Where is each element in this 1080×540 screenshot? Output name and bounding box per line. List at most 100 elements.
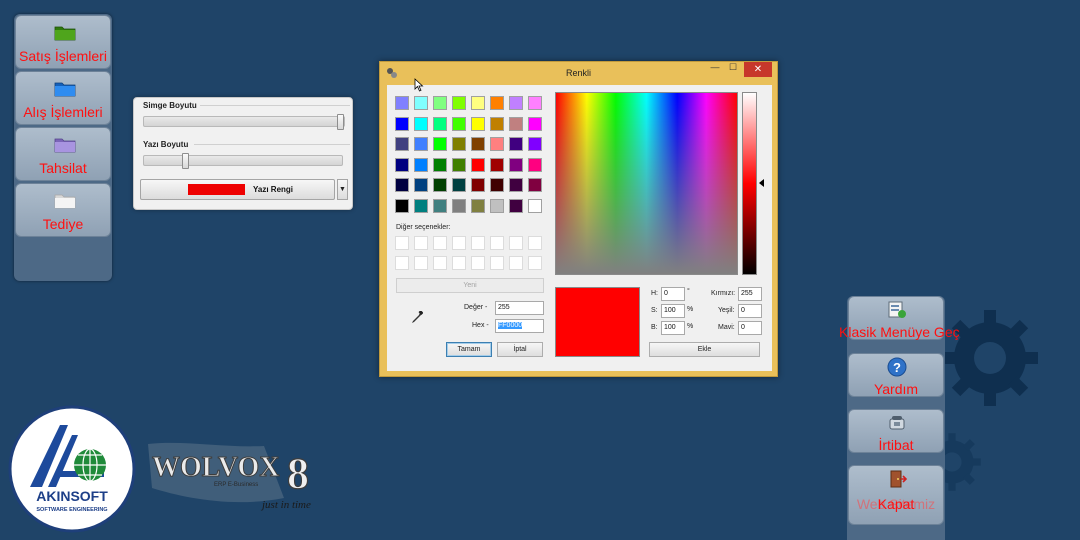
custom-color-swatch[interactable] — [509, 256, 523, 270]
basic-color-swatch[interactable] — [509, 116, 523, 131]
basic-color-swatch[interactable] — [433, 198, 447, 213]
custom-color-swatch[interactable] — [395, 256, 409, 270]
red-input[interactable]: 255 — [738, 287, 762, 301]
payment-button[interactable]: Tediye — [15, 183, 111, 237]
basic-color-swatch[interactable] — [433, 96, 447, 110]
basic-color-swatch[interactable] — [452, 137, 466, 151]
hex-input[interactable]: FF0000 — [495, 319, 544, 333]
custom-color-swatch[interactable] — [433, 256, 447, 270]
saturation-input[interactable]: 100 — [661, 304, 685, 318]
basic-color-swatch[interactable] — [395, 198, 409, 213]
basic-color-swatch[interactable] — [414, 96, 428, 110]
basic-color-swatch[interactable] — [471, 96, 485, 110]
close-app-button[interactable]: Web Sitemiz Kapat — [848, 465, 944, 525]
close-button[interactable]: ✕ — [744, 62, 772, 77]
eyedropper-icon[interactable] — [411, 311, 423, 325]
basic-color-swatch[interactable] — [433, 157, 447, 172]
sales-operations-button[interactable]: Satış İşlemleri — [15, 15, 111, 69]
custom-color-swatch[interactable] — [395, 236, 409, 250]
basic-color-swatch[interactable] — [490, 96, 504, 110]
wolvox-logo: WOLVOX 8 ERP E-Business just in time — [148, 442, 311, 511]
basic-color-swatch[interactable] — [471, 157, 485, 172]
custom-color-swatch[interactable] — [471, 256, 485, 270]
basic-color-swatch[interactable] — [490, 198, 504, 213]
font-size-slider-thumb[interactable] — [182, 153, 189, 169]
basic-color-swatch[interactable] — [395, 157, 409, 172]
brightness-input[interactable]: 100 — [661, 321, 685, 335]
brightness-bar[interactable] — [742, 92, 757, 275]
icon-size-slider[interactable] — [143, 114, 345, 130]
classic-menu-button[interactable]: Klasik Menüye Geç — [839, 296, 960, 340]
basic-color-swatch[interactable] — [414, 116, 428, 131]
basic-color-swatch[interactable] — [471, 116, 485, 131]
custom-color-swatch[interactable] — [414, 236, 428, 250]
brightness-arrow-icon[interactable] — [759, 179, 764, 187]
custom-color-swatch[interactable] — [414, 256, 428, 270]
ok-button[interactable]: Tamam — [446, 342, 492, 357]
custom-color-swatch[interactable] — [490, 256, 504, 270]
basic-color-swatch[interactable] — [395, 96, 409, 110]
maximize-button[interactable]: ☐ — [724, 62, 742, 78]
dialog-titlebar[interactable]: Renkli — ☐ ✕ — [380, 62, 777, 84]
basic-color-swatch[interactable] — [528, 137, 542, 151]
basic-color-swatch[interactable] — [509, 157, 523, 172]
basic-color-swatch[interactable] — [433, 178, 447, 192]
add-color-button[interactable]: Ekle — [649, 342, 760, 357]
basic-color-swatch[interactable] — [528, 198, 542, 213]
custom-color-swatch[interactable] — [509, 236, 523, 250]
new-color-button[interactable]: Yeni — [396, 278, 544, 293]
basic-color-swatch[interactable] — [490, 157, 504, 172]
value-input[interactable]: 255 — [495, 301, 544, 315]
basic-color-swatch[interactable] — [471, 198, 485, 213]
basic-color-swatch[interactable] — [528, 96, 542, 110]
basic-color-swatch[interactable] — [509, 137, 523, 151]
color-spectrum[interactable] — [555, 92, 738, 275]
basic-color-swatch[interactable] — [433, 137, 447, 151]
font-size-slider[interactable] — [143, 153, 343, 169]
icon-size-title: Simge Boyutu — [143, 101, 197, 110]
basic-color-swatch[interactable] — [471, 137, 485, 151]
text-color-dropdown-button[interactable]: ▼ — [337, 179, 348, 200]
cancel-button[interactable]: İptal — [497, 342, 543, 357]
basic-color-swatch[interactable] — [528, 157, 542, 172]
custom-color-swatch[interactable] — [528, 256, 542, 270]
blue-input[interactable]: 0 — [738, 321, 762, 335]
minimize-button[interactable]: — — [706, 62, 724, 78]
basic-color-swatch[interactable] — [395, 116, 409, 131]
basic-color-swatch[interactable] — [509, 96, 523, 110]
basic-color-swatch[interactable] — [509, 178, 523, 192]
custom-color-swatch[interactable] — [452, 236, 466, 250]
basic-color-swatch[interactable] — [414, 137, 428, 151]
custom-color-swatch[interactable] — [528, 236, 542, 250]
basic-color-swatch[interactable] — [452, 178, 466, 192]
help-button[interactable]: ? Yardım — [848, 353, 944, 397]
basic-color-swatch[interactable] — [490, 178, 504, 192]
custom-color-swatch[interactable] — [471, 236, 485, 250]
green-input[interactable]: 0 — [738, 304, 762, 318]
purchase-operations-button[interactable]: Alış İşlemleri — [15, 71, 111, 125]
custom-color-swatch[interactable] — [490, 236, 504, 250]
basic-color-swatch[interactable] — [528, 116, 542, 131]
basic-color-swatch[interactable] — [452, 157, 466, 172]
basic-color-swatch[interactable] — [452, 116, 466, 131]
hue-input[interactable]: 0 — [661, 287, 685, 301]
basic-color-swatch[interactable] — [509, 198, 523, 213]
icon-size-slider-thumb[interactable] — [337, 114, 344, 130]
basic-color-swatch[interactable] — [414, 157, 428, 172]
contact-button[interactable]: İrtibat — [848, 409, 944, 453]
custom-color-swatch[interactable] — [452, 256, 466, 270]
basic-color-swatch[interactable] — [414, 198, 428, 213]
basic-color-swatch[interactable] — [395, 178, 409, 192]
basic-color-swatch[interactable] — [471, 178, 485, 192]
basic-color-swatch[interactable] — [452, 96, 466, 110]
collection-button[interactable]: Tahsilat — [15, 127, 111, 181]
text-color-button[interactable]: Yazı Rengi — [140, 179, 335, 200]
basic-color-swatch[interactable] — [395, 137, 409, 151]
custom-color-swatch[interactable] — [433, 236, 447, 250]
basic-color-swatch[interactable] — [414, 178, 428, 192]
basic-color-swatch[interactable] — [433, 116, 447, 131]
basic-color-swatch[interactable] — [490, 137, 504, 151]
basic-color-swatch[interactable] — [528, 178, 542, 192]
basic-color-swatch[interactable] — [452, 198, 466, 213]
basic-color-swatch[interactable] — [490, 116, 504, 131]
